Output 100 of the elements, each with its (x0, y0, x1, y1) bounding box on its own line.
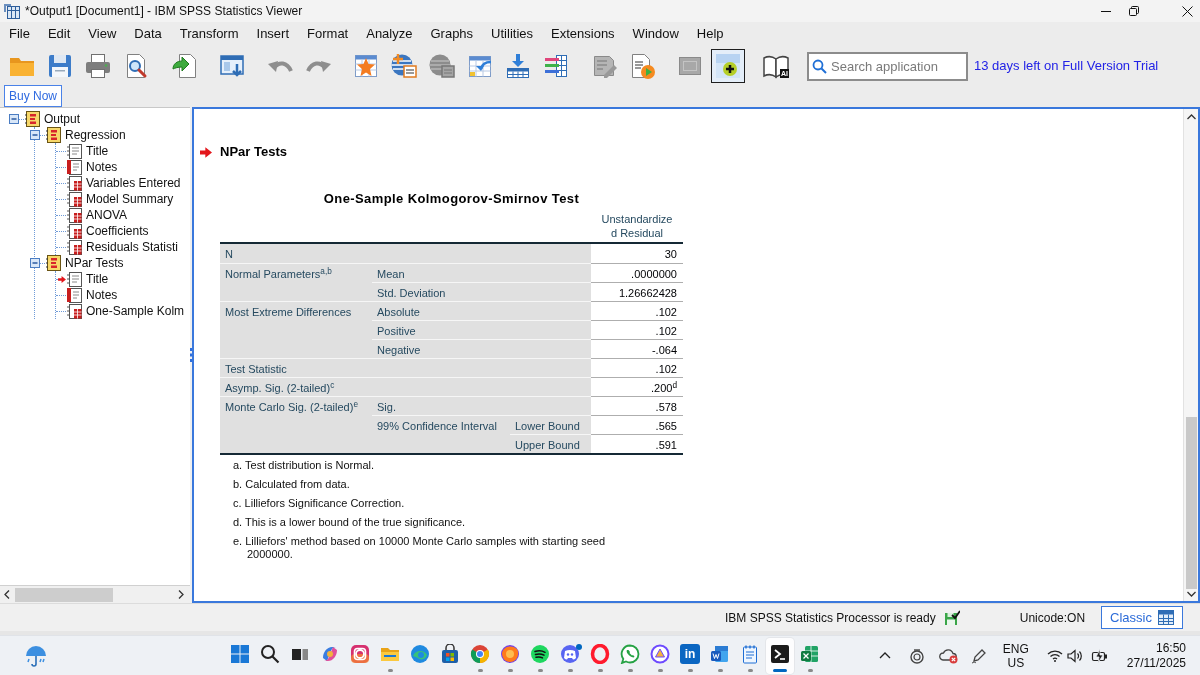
terminal-icon (770, 643, 790, 664)
row-header-cell: N (220, 244, 591, 263)
outline-item[interactable]: One-Sample Kolm (86, 303, 185, 319)
menu-item[interactable]: Data (125, 25, 171, 43)
outline-item[interactable]: Coefficients (86, 223, 149, 239)
outline-item[interactable]: Regression (65, 127, 126, 143)
notes-page-icon (67, 159, 82, 175)
menu-item[interactable]: Format (298, 25, 358, 43)
notebook-icon (46, 127, 61, 143)
table-page-icon (67, 239, 82, 255)
umbrella-rain-icon[interactable] (24, 643, 48, 668)
search-icon (260, 643, 280, 664)
table-page-icon (67, 207, 82, 223)
chat-bubble-icon (620, 643, 640, 664)
table-title: One-Sample Kolmogorov-Smirnov Test (322, 191, 581, 207)
speaker-icon[interactable] (1066, 648, 1083, 663)
collapse-icon[interactable] (30, 130, 40, 140)
ring-icon[interactable] (908, 647, 925, 664)
outline-item[interactable]: Model Summary (86, 191, 174, 207)
vertical-scrollbar[interactable] (1183, 109, 1198, 601)
cloud-error-icon[interactable] (938, 647, 959, 664)
clock-date[interactable]: 27/11/2025 (1126, 655, 1186, 671)
chevron-up-icon[interactable] (878, 652, 891, 659)
floppy-check-icon (943, 609, 960, 626)
buy-now-button[interactable]: Buy Now (4, 85, 63, 107)
scroll-down-icon[interactable] (1186, 591, 1196, 597)
wifi-icon[interactable] (1046, 649, 1063, 662)
collapse-icon[interactable] (30, 258, 40, 268)
language-label[interactable]: ENG (1002, 641, 1029, 656)
scroll-right-icon[interactable] (178, 590, 184, 599)
restore-icon (1129, 6, 1139, 16)
scroll-up-icon[interactable] (1186, 114, 1196, 120)
outline-item[interactable]: Variables Entered (86, 175, 181, 191)
menu-item[interactable]: Graphs (421, 25, 483, 43)
footnote: a. Test distribution is Normal. (233, 458, 376, 473)
menu-item[interactable]: Extensions (542, 25, 624, 43)
collapse-icon[interactable] (9, 114, 19, 124)
app-logo: in (680, 643, 700, 664)
row-header-cell: Sig. (372, 396, 591, 415)
search-field[interactable]: Search application (807, 51, 968, 81)
window-title: *Output1 [Document1] - IBM SPSS Statistics Viewer (25, 3, 303, 20)
pen-icon[interactable] (970, 647, 987, 664)
battery-charging-icon[interactable] (1090, 647, 1109, 664)
close-icon (1182, 5, 1193, 17)
segmented-circle-icon (470, 643, 490, 664)
row-header-cell: Upper Bound (510, 434, 591, 453)
menu-item[interactable]: Insert (247, 25, 299, 43)
status-message: IBM SPSS Statistics Processor is ready (725, 609, 936, 627)
scrollbar-thumb[interactable] (15, 587, 113, 602)
table-page-icon (67, 191, 82, 207)
region-label[interactable]: US (1007, 655, 1025, 670)
encoding-status: Unicode:ON (1019, 609, 1086, 627)
outline-item[interactable]: Residuals Statisti (86, 239, 179, 255)
outline-item[interactable]: Title (86, 271, 109, 287)
menu-item[interactable]: View (79, 25, 126, 43)
outline-item[interactable]: Output (44, 111, 81, 127)
four-squares-icon (230, 643, 250, 664)
classic-button[interactable]: Classic (1101, 606, 1183, 629)
table-page-icon (67, 175, 82, 191)
game-controller-icon (560, 643, 580, 664)
menu-item[interactable]: Transform (170, 25, 248, 43)
row-header-cell: Std. Deviation (372, 282, 591, 301)
menu-item[interactable]: Analyze (357, 25, 422, 43)
wave-circle-icon (410, 643, 430, 664)
scroll-left-icon[interactable] (4, 590, 10, 599)
outline-item[interactable]: Title (86, 143, 109, 159)
outline-item[interactable]: NPar Tests (65, 255, 124, 271)
scrollbar-thumb[interactable] (1185, 417, 1197, 589)
camera-icon (350, 643, 370, 664)
outline-item[interactable]: Notes (86, 159, 118, 175)
menu-item[interactable]: Window (623, 25, 688, 43)
footnote: e. Lilliefors' method based on 10000 Monte Carlo samples with starting seed 2000000. (233, 534, 607, 562)
footnote: c. Lilliefors Significance Correction. (233, 496, 406, 511)
taskbar-button[interactable]: in (676, 637, 704, 674)
horizontal-scrollbar[interactable] (0, 585, 190, 603)
taskbar-button[interactable] (766, 637, 794, 674)
flame-circle-icon (500, 643, 520, 664)
row-header-cell: Test Statistic (220, 358, 591, 377)
clock-time[interactable]: 16:50 (1155, 640, 1186, 656)
menu-item[interactable]: Help (687, 25, 733, 43)
row-header-cell: Normal Parameters$^{a,b}$ (220, 263, 372, 301)
page-icon (67, 271, 82, 287)
menu-item[interactable]: Utilities (482, 25, 542, 43)
page-icon (67, 143, 82, 159)
menu-item[interactable]: Edit (38, 25, 80, 43)
row-header-cell: Mean (372, 263, 591, 282)
section-heading: NPar Tests (220, 144, 287, 160)
column-header: Unstandardize d Residual (600, 212, 674, 240)
outline-item[interactable]: Notes (86, 287, 118, 303)
search-icon (812, 58, 827, 74)
document-icon (710, 643, 730, 664)
menu-item[interactable]: File (0, 25, 39, 43)
row-header-cell: Negative (372, 339, 591, 358)
row-header-cell: Positive (372, 320, 591, 339)
table-icon (1158, 610, 1174, 625)
notebook-icon (46, 255, 61, 271)
outline-item[interactable]: ANOVA (86, 207, 128, 223)
trial-notice: 13 days left on Full Version Trial (974, 57, 1159, 76)
ring-icon (590, 643, 610, 664)
app-icon (4, 3, 20, 19)
